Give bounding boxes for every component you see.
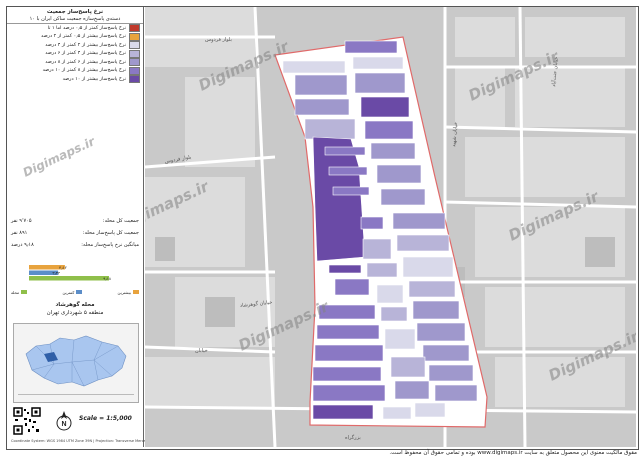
legend-swatch <box>129 49 140 58</box>
legend-label: نرخ پاسخ‌ساز بیشتر از ۸ کمتر از ۱۰ درصد <box>42 68 126 74</box>
map-canvas: بلوار فردوس بلوار فردوس خیابان گوهرشاد خ… <box>145 7 636 447</box>
street-label: بزرگراه <box>345 434 361 441</box>
legend-item: نرخ پاسخ‌ساز بیشتر از ۱۰ درصد <box>7 75 143 84</box>
legend-item: نرخ پاسخ‌ساز کمتر از ۰٫۵ درصد اما ۱ تا <box>7 24 143 33</box>
bar-legend: بیشترین کمترین محله <box>11 287 139 297</box>
scale-label: Scale = 1:5,000 <box>79 415 132 422</box>
stats-block: جمعیت کل محله: ۹٬۷۰۵ نفر جمعیت کل پاسخ‌س… <box>11 215 139 251</box>
qr-code-icon <box>13 407 41 435</box>
legend-label: نرخ پاسخ‌ساز بیشتر از ۴ کمتر از ۶ درصد <box>45 51 126 57</box>
stat-row: میانگین نرخ پاسخ‌ساز محله: ۹٫۱۸ درصد <box>11 239 139 251</box>
legend-item: نرخ پاسخ‌ساز بیشتر از ۸ کمتر از ۱۰ درصد <box>7 66 143 76</box>
legend-swatch <box>129 24 140 33</box>
legend-swatch <box>129 66 140 75</box>
bar-value-label: ۴٫۱۲ <box>59 265 67 270</box>
legend-item: نرخ پاسخ‌ساز بیشتر از ۴ کمتر از ۶ درصد <box>7 49 143 59</box>
sidebar-panel: نرخ پاسخ‌ساز جمعیت دسته‌ی پاسخ‌سازه جمعی… <box>7 7 151 447</box>
neighborhood-name: محله گوهرشاد <box>55 302 95 308</box>
stat-value: ۸۹۱ نفر <box>11 230 28 236</box>
bar-2 <box>29 276 109 281</box>
locator-inset-map <box>13 323 139 403</box>
projection-note: Coordinate System: WGS 1984 UTM Zone 39N… <box>11 439 151 443</box>
legend-swatch <box>129 32 140 41</box>
stat-label: میانگین نرخ پاسخ‌ساز محله: <box>81 242 139 248</box>
main-map[interactable]: بلوار فردوس بلوار فردوس خیابان گوهرشاد خ… <box>145 7 636 447</box>
place-name: محله گوهرشاد منطقه ۵ شهرداری تهران <box>7 301 143 317</box>
legend-label: نرخ پاسخ‌ساز بیشتر از ۱۰ درصد <box>62 76 126 82</box>
stat-row: جمعیت کل پاسخ‌ساز محله: ۸۹۱ نفر <box>11 227 139 239</box>
bar-legend-item: محله <box>11 290 28 295</box>
footer-copyright: مقوق مالکیت معنوی این محصول متعلق به سای… <box>389 450 637 456</box>
legend-swatch <box>129 58 140 67</box>
comparison-bar-chart: ۴٫۱۲۳٫۳۴ ۹٫۱۸ <box>29 265 112 281</box>
legend-item: نرخ پاسخ‌ساز بیشتر از ۶ کمتر از ۸ درصد <box>7 58 143 67</box>
legend-label: نرخ پاسخ‌ساز کمتر از ۰٫۵ درصد اما ۱ تا <box>47 25 126 31</box>
bar-legend-item: کمترین <box>62 290 83 295</box>
stat-value: ۹٬۷۰۵ نفر <box>11 218 32 224</box>
svg-text:N: N <box>61 421 66 428</box>
legend-list: نرخ پاسخ‌ساز کمتر از ۰٫۵ درصد اما ۱ تا نر… <box>7 24 143 84</box>
legend-swatch <box>129 41 140 50</box>
bar-value-label: ۳٫۳۴ <box>52 271 60 276</box>
legend-title: نرخ پاسخ‌ساز جمعیت <box>46 9 104 15</box>
legend-label: نرخ پاسخ‌ساز بیشتر از ۶ کمتر از ۸ درصد <box>45 59 126 65</box>
legend-label: نرخ پاسخ‌ساز بیشتر از ۲ کمتر از ۴ درصد <box>45 42 126 48</box>
stat-value: ۹٫۱۸ درصد <box>11 242 34 248</box>
legend-subtitle: دسته‌ی پاسخ‌سازه جمعیت ساکن ایران با ۱۰ <box>7 16 143 24</box>
stat-label: جمعیت کل پاسخ‌ساز محله: <box>82 230 139 236</box>
bar-value-label: ۹٫۱۸ <box>103 276 112 281</box>
street-label: خیابان <box>195 348 208 354</box>
legend-item: نرخ پاسخ‌ساز بیشتر از ۰٫۵ کمتر از ۲ درصد <box>7 32 143 42</box>
legend-swatch <box>129 75 140 84</box>
legend-label: نرخ پاسخ‌ساز بیشتر از ۰٫۵ کمتر از ۲ درصد <box>41 34 126 40</box>
north-arrow-icon: N <box>56 411 72 431</box>
district-name: منطقه ۵ شهرداری تهران <box>46 310 104 316</box>
stat-row: جمعیت کل محله: ۹٬۷۰۵ نفر <box>11 215 139 227</box>
street-label: بلوار فردوس <box>205 37 232 43</box>
legend-item: نرخ پاسخ‌ساز بیشتر از ۲ کمتر از ۴ درصد <box>7 41 143 50</box>
stat-label: جمعیت کل محله: <box>102 218 139 224</box>
bar-legend-item: بیشترین <box>118 290 139 295</box>
